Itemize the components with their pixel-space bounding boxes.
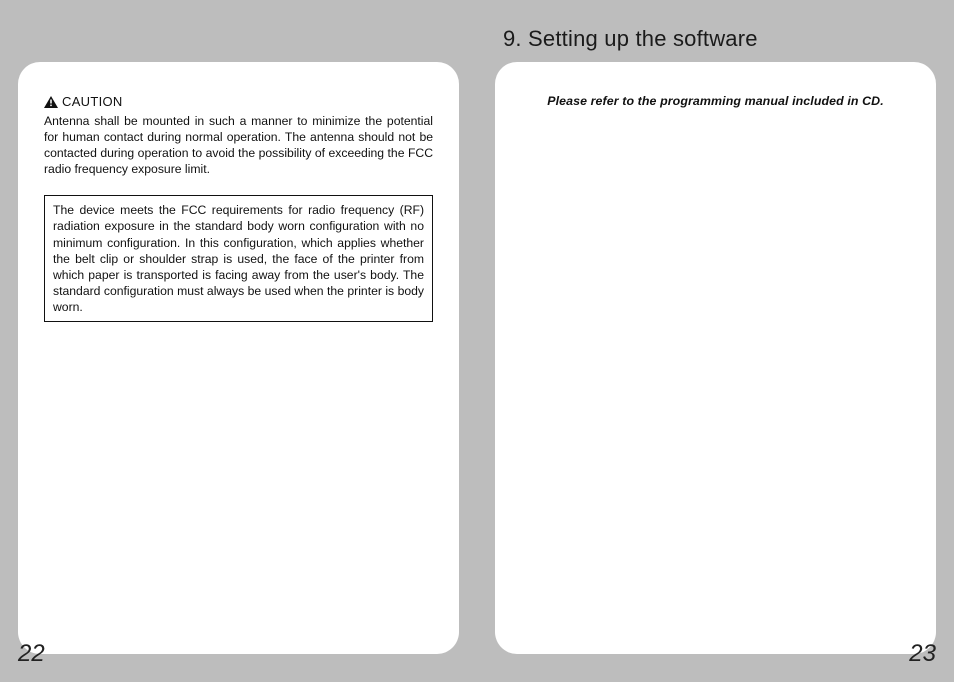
warning-icon bbox=[44, 96, 58, 108]
fcc-compliance-box: The device meets the FCC requirements fo… bbox=[44, 195, 433, 322]
left-page: . CAUTION Antenna shall be mounted in su… bbox=[18, 26, 459, 678]
caution-label: CAUTION bbox=[62, 94, 123, 109]
caution-row: CAUTION bbox=[44, 94, 433, 109]
cd-reference-note: Please refer to the programming manual i… bbox=[521, 94, 910, 108]
right-card: Please refer to the programming manual i… bbox=[495, 62, 936, 654]
section-heading: 9. Setting up the software bbox=[495, 26, 936, 62]
left-page-number: 22 bbox=[18, 640, 45, 668]
right-page-number: 23 bbox=[909, 640, 936, 668]
left-card: CAUTION Antenna shall be mounted in such… bbox=[18, 62, 459, 654]
page-spread: . CAUTION Antenna shall be mounted in su… bbox=[0, 0, 954, 682]
right-page: 9. Setting up the software Please refer … bbox=[495, 26, 936, 678]
caution-body-text: Antenna shall be mounted in such a manne… bbox=[44, 113, 433, 177]
